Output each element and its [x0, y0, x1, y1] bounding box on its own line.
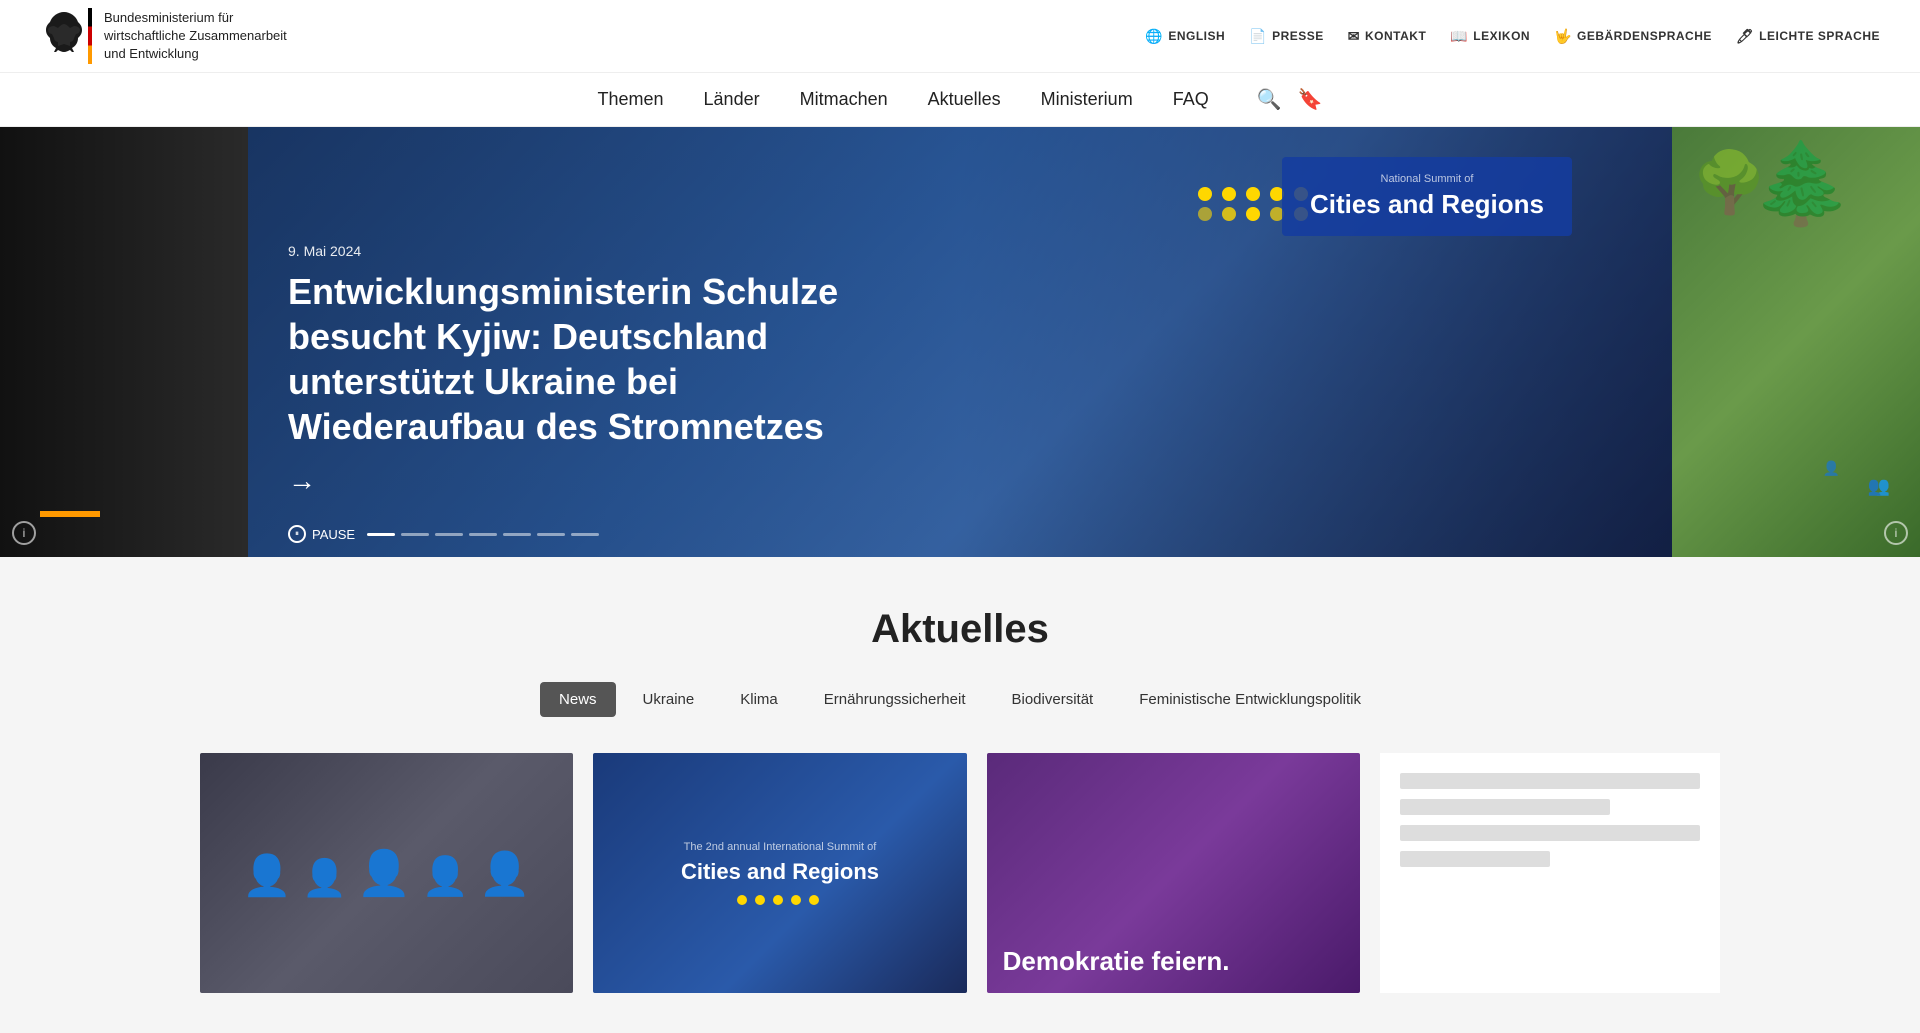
kontakt-link[interactable]: ✉ KONTAKT: [1348, 28, 1427, 45]
hero-controls: ⏸ PAUSE: [288, 525, 599, 543]
dot-3[interactable]: [435, 533, 463, 536]
nav-mitmachen[interactable]: Mitmachen: [800, 89, 888, 110]
pause-button[interactable]: ⏸ PAUSE: [288, 525, 355, 543]
aktuelles-section: Aktuelles News Ukraine Klima Ernährungss…: [0, 557, 1920, 1033]
easy-language-icon: 🖊: [1736, 28, 1754, 45]
tab-biodiversitaet[interactable]: Biodiversität: [993, 682, 1113, 717]
dot-6[interactable]: [537, 533, 565, 536]
bookmark-icon[interactable]: 🔖: [1298, 87, 1323, 112]
nav-aktuelles[interactable]: Aktuelles: [928, 89, 1001, 110]
card-image-2: The 2nd annual International Summit of C…: [593, 753, 966, 993]
tab-feministische[interactable]: Feministische Entwicklungspolitik: [1120, 682, 1380, 717]
hero-date: 9. Mai 2024: [288, 243, 908, 259]
sign-language-icon: 🤟: [1554, 28, 1572, 45]
english-link[interactable]: 🌐 ENGLISH: [1145, 28, 1225, 45]
hero-text-overlay: 9. Mai 2024 Entwicklungsministerin Schul…: [288, 243, 908, 497]
dot-2[interactable]: [401, 533, 429, 536]
press-icon: 📄: [1249, 28, 1267, 45]
news-card-2[interactable]: The 2nd annual International Summit of C…: [593, 753, 966, 993]
ministry-name: Bundesministerium für wirtschaftliche Zu…: [104, 9, 287, 64]
top-bar: Bundesministerium für wirtschaftliche Zu…: [0, 0, 1920, 73]
dot-4[interactable]: [469, 533, 497, 536]
gebaerdensprache-link[interactable]: 🤟 GEBÄRDENSPRACHE: [1554, 28, 1712, 45]
globe-icon: 🌐: [1145, 28, 1163, 45]
presse-link[interactable]: 📄 PRESSE: [1249, 28, 1324, 45]
news-card-3[interactable]: Demokratie feiern.: [987, 753, 1360, 993]
hero-left-panel: i: [0, 127, 248, 557]
sidebar-placeholder-3: [1400, 825, 1700, 841]
tab-ernaehrungssicherheit[interactable]: Ernährungssicherheit: [805, 682, 985, 717]
nav-utility-icons: 🔍 🔖: [1257, 87, 1323, 112]
top-bar-links: 🌐 ENGLISH 📄 PRESSE ✉ KONTAKT 📖 LEXIKON 🤟…: [1145, 28, 1880, 45]
logo-color-bar: [88, 8, 92, 64]
main-navigation: Themen Länder Mitmachen Aktuelles Minist…: [0, 73, 1920, 127]
dot-1[interactable]: [367, 533, 395, 536]
nav-faq[interactable]: FAQ: [1173, 89, 1209, 110]
pause-icon: ⏸: [288, 525, 306, 543]
card-image-3: Demokratie feiern.: [987, 753, 1360, 993]
tab-klima[interactable]: Klima: [721, 682, 797, 717]
nav-themen[interactable]: Themen: [597, 89, 663, 110]
info-icon-right[interactable]: i: [1884, 521, 1908, 545]
aktuelles-title: Aktuelles: [200, 607, 1720, 652]
sidebar-placeholder-1: [1400, 773, 1700, 789]
logo-area: Bundesministerium für wirtschaftliche Zu…: [40, 8, 287, 64]
tab-ukraine[interactable]: Ukraine: [624, 682, 714, 717]
hero-main-slide: National Summit of Cities and Regions 9.…: [248, 127, 1672, 557]
mail-icon: ✉: [1348, 28, 1360, 45]
right-sidebar: [1380, 753, 1720, 993]
news-content-area: 👤 👤 👤 👤 👤 The 2nd annual International S…: [200, 753, 1720, 993]
book-icon: 📖: [1450, 28, 1468, 45]
info-icon-left[interactable]: i: [12, 521, 36, 545]
filter-tabs: News Ukraine Klima Ernährungssicherheit …: [200, 682, 1720, 717]
tab-news[interactable]: News: [540, 682, 616, 717]
card-image-1: 👤 👤 👤 👤 👤: [200, 753, 573, 993]
sidebar-placeholder-2: [1400, 799, 1610, 815]
cards-row: 👤 👤 👤 👤 👤 The 2nd annual International S…: [200, 753, 1360, 993]
nav-ministerium[interactable]: Ministerium: [1041, 89, 1133, 110]
dot-5[interactable]: [503, 533, 531, 536]
news-cards: 👤 👤 👤 👤 👤 The 2nd annual International S…: [200, 753, 1360, 993]
dot-7[interactable]: [571, 533, 599, 536]
yellow-accent-stripe: [40, 511, 100, 517]
leichte-sprache-link[interactable]: 🖊 LEICHTE SPRACHE: [1736, 28, 1880, 45]
sidebar-placeholder-4: [1400, 851, 1550, 867]
slider-dots: [367, 533, 599, 536]
summit-banner: National Summit of Cities and Regions: [1282, 157, 1572, 236]
hero-read-more-arrow[interactable]: →: [288, 465, 908, 497]
bmz-eagle-logo: [40, 8, 88, 64]
news-card-1[interactable]: 👤 👤 👤 👤 👤: [200, 753, 573, 993]
hero-title: Entwicklungsministerin Schulze besucht K…: [288, 269, 908, 449]
nav-laender[interactable]: Länder: [704, 89, 760, 110]
hero-right-panel: 🌳 🌲 👥 👤 i: [1672, 127, 1920, 557]
lexikon-link[interactable]: 📖 LEXIKON: [1450, 28, 1530, 45]
hero-slider: i National Summit of Cities and Regions: [0, 127, 1920, 557]
search-icon[interactable]: 🔍: [1257, 87, 1282, 112]
